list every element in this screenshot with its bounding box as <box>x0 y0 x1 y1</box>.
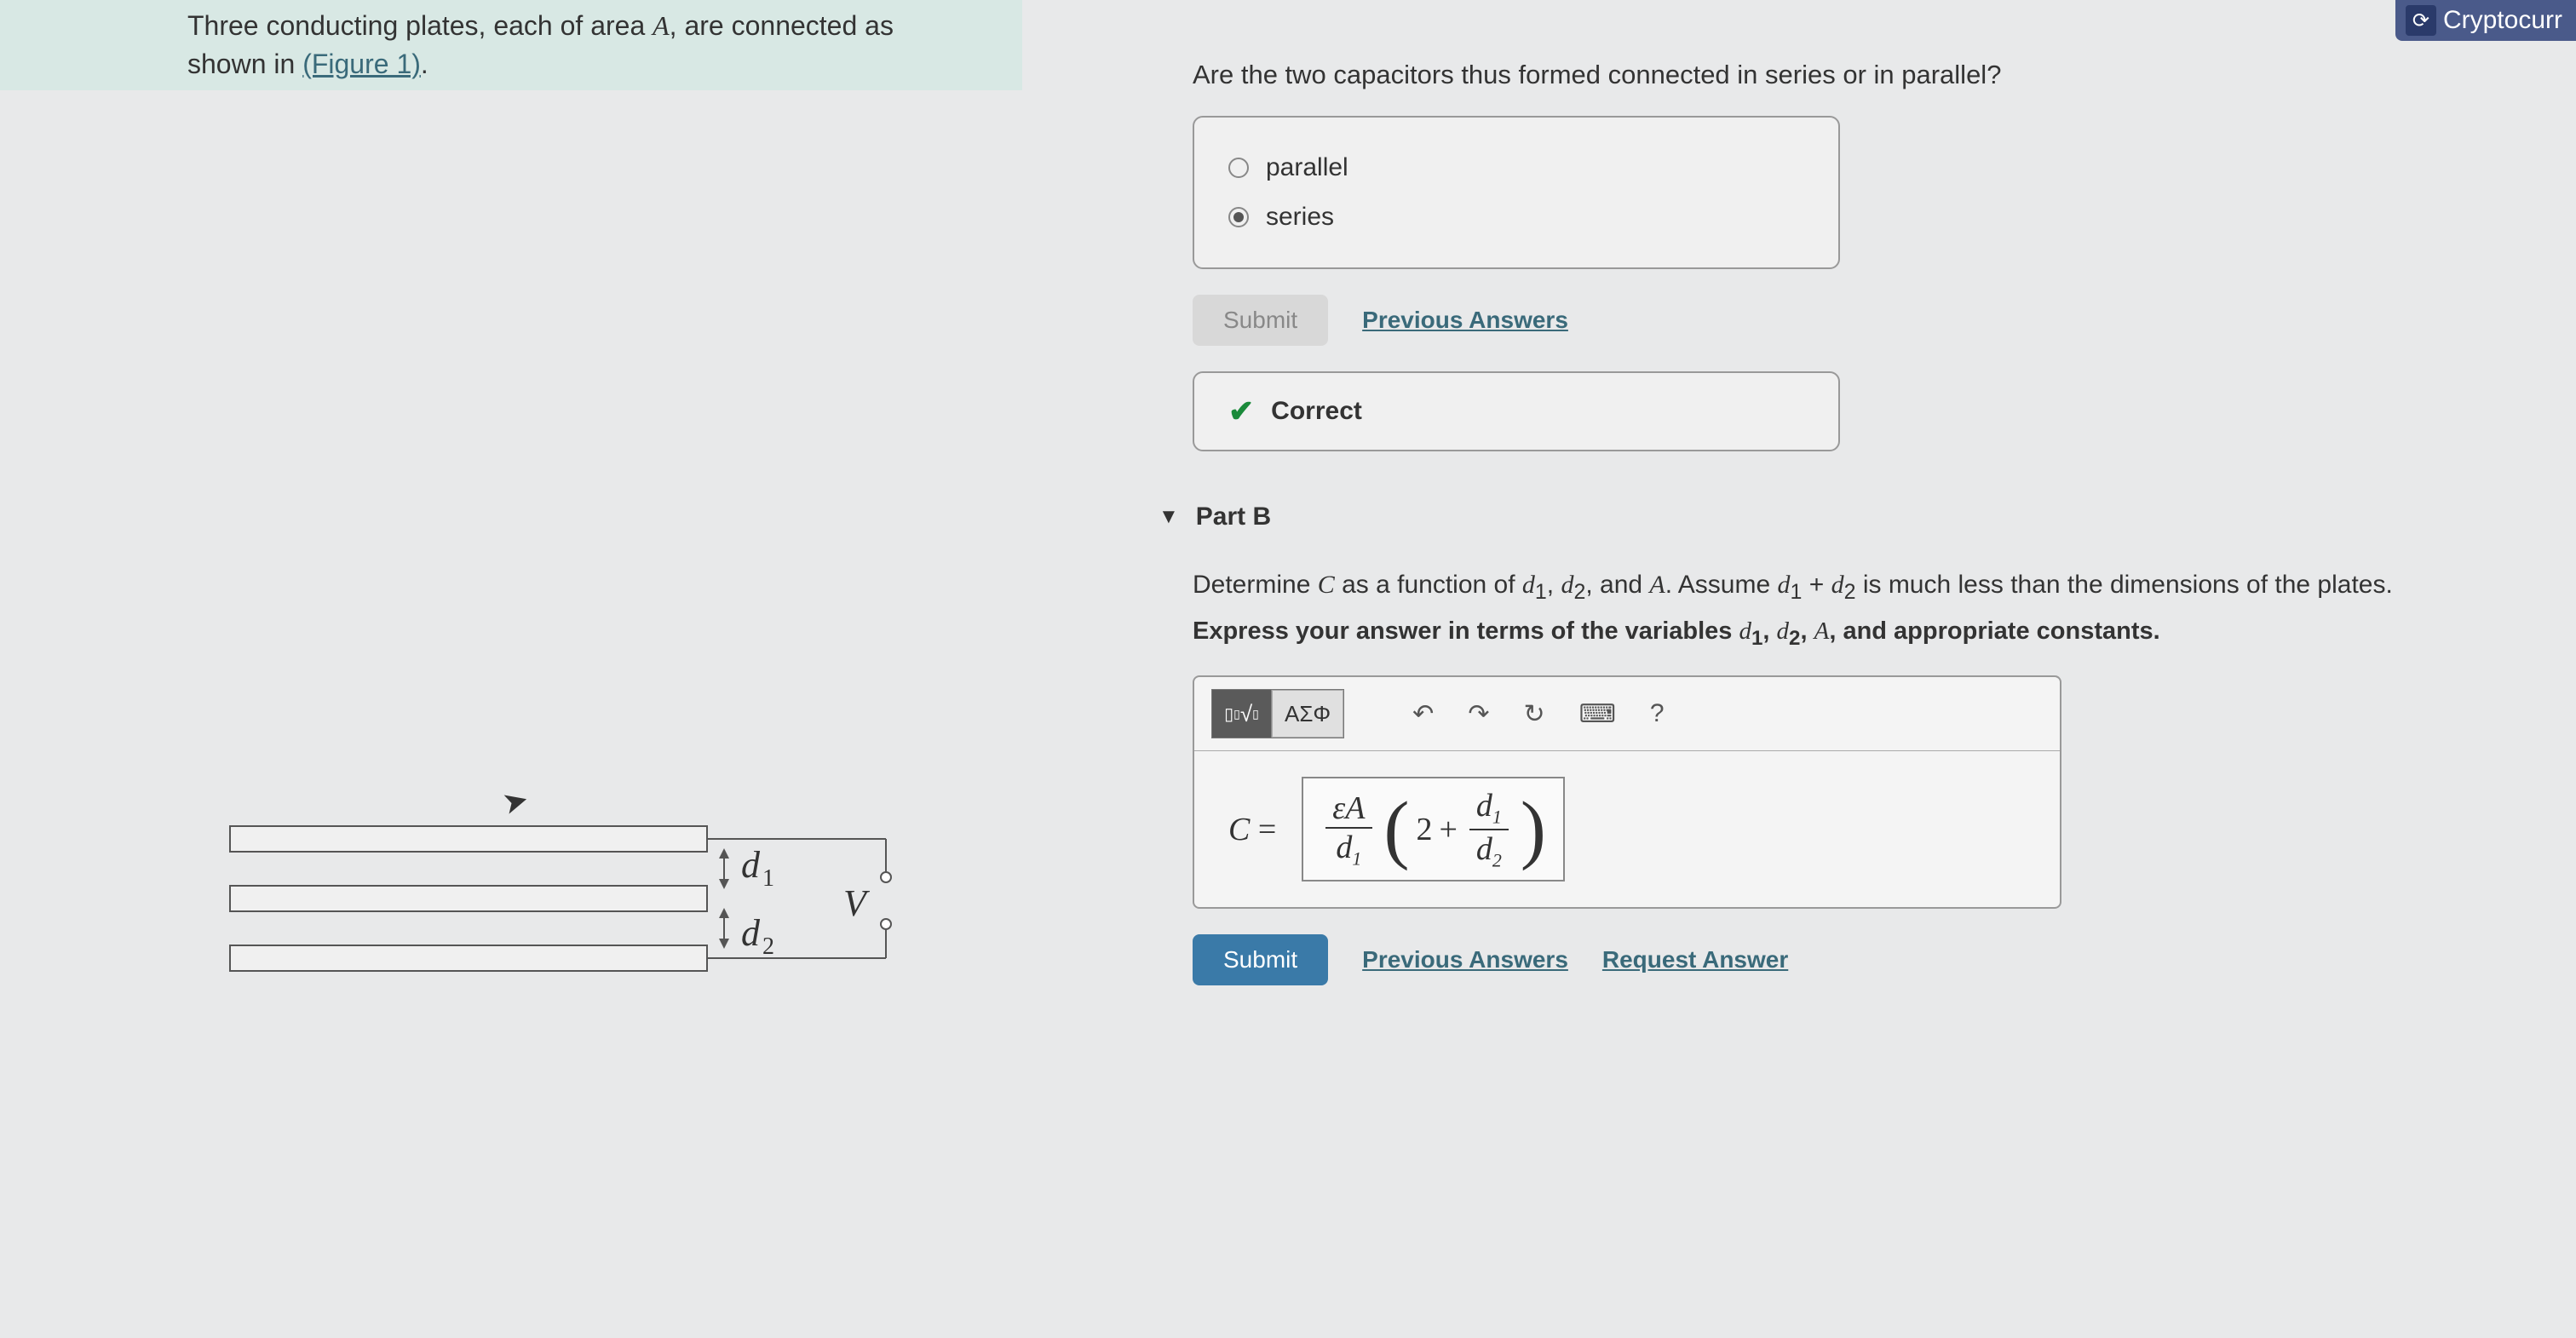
correct-feedback: ✔ Correct <box>1193 371 1840 451</box>
submit-button-b[interactable]: Submit <box>1193 934 1328 985</box>
redo-icon[interactable]: ↷ <box>1451 692 1506 736</box>
svg-text:1: 1 <box>762 865 774 892</box>
svg-text:d: d <box>741 844 761 886</box>
submit-button-a: Submit <box>1193 295 1328 346</box>
svg-text:V: V <box>843 882 871 924</box>
crypto-badge[interactable]: ⟳ Cryptocurr <box>2395 0 2576 41</box>
problem-period: . <box>421 49 428 79</box>
part-b-header[interactable]: ▼ Part B <box>1159 502 2542 531</box>
check-icon: ✔ <box>1228 393 1254 429</box>
request-answer-link[interactable]: Request Answer <box>1602 946 1788 973</box>
radio-series-label: series <box>1266 203 1334 232</box>
correct-label: Correct <box>1271 397 1362 426</box>
reset-icon[interactable]: ↻ <box>1506 692 1561 736</box>
problem-var-A: A <box>653 10 670 41</box>
radio-parallel-label: parallel <box>1266 153 1348 182</box>
formula-content[interactable]: εA d1 ( 2 + d1 d2 ) <box>1302 777 1565 881</box>
equation-toolbar: ▯▯√▯ ΑΣΦ ↶ ↷ ↻ ⌨ ? <box>1194 677 2060 750</box>
answer-input-box: ▯▯√▯ ΑΣΦ ↶ ↷ ↻ ⌨ ? C = εA d1 ( 2 <box>1193 675 2061 909</box>
problem-text-2: shown in <box>187 49 302 79</box>
crypto-icon: ⟳ <box>2406 5 2436 36</box>
radio-series[interactable]: series <box>1228 192 1804 242</box>
templates-button[interactable]: ▯▯√▯ <box>1212 690 1272 738</box>
greek-button[interactable]: ΑΣΦ <box>1272 690 1343 738</box>
figure-1: d 1 d 2 V <box>196 792 963 1031</box>
problem-statement: Three conducting plates, each of area A,… <box>0 0 1022 90</box>
formula-input[interactable]: C = εA d1 ( 2 + d1 d2 ) <box>1194 750 2060 907</box>
problem-text-1: Three conducting plates, each of area <box>187 10 653 41</box>
figure-link[interactable]: (Figure 1) <box>302 49 421 79</box>
previous-answers-link-b[interactable]: Previous Answers <box>1362 946 1568 973</box>
radio-group: parallel series <box>1193 116 1840 269</box>
problem-text-1b: , are connected as <box>670 10 894 41</box>
crypto-label: Cryptocurr <box>2443 6 2562 35</box>
radio-icon <box>1228 158 1249 178</box>
svg-text:2: 2 <box>762 933 774 960</box>
radio-icon <box>1228 207 1249 227</box>
chevron-down-icon: ▼ <box>1159 505 1179 529</box>
radio-parallel[interactable]: parallel <box>1228 143 1804 192</box>
part-b-instruction: Express your answer in terms of the vari… <box>1193 617 2542 651</box>
undo-icon[interactable]: ↶ <box>1395 692 1451 736</box>
svg-text:d: d <box>741 912 761 954</box>
help-icon[interactable]: ? <box>1633 692 1682 735</box>
part-b-title: Part B <box>1196 502 1271 531</box>
keyboard-icon[interactable]: ⌨ <box>1562 692 1633 736</box>
part-b-prompt: Determine C as a function of d1, d2, and… <box>1193 566 2542 609</box>
part-a-question: Are the two capacitors thus formed conne… <box>1141 60 2542 90</box>
previous-answers-link-a[interactable]: Previous Answers <box>1362 307 1568 334</box>
